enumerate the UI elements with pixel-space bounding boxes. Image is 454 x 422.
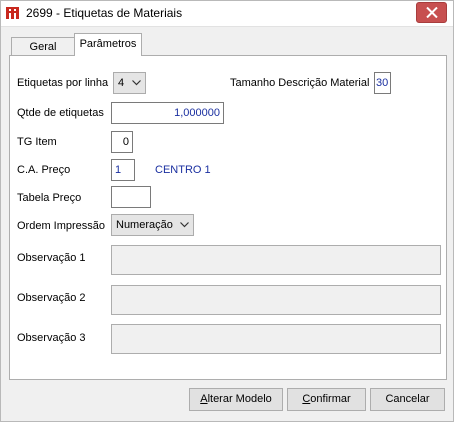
observacao3-label: Observação 3	[17, 332, 86, 344]
ca-preco-label: C.A. Preço	[17, 164, 71, 176]
close-icon	[426, 7, 438, 18]
ordem-impressao-select[interactable]: Numeração	[111, 214, 194, 236]
tabela-preco-input[interactable]	[111, 186, 151, 208]
parametros-panel: Etiquetas por linha 4 Tamanho Descrição …	[9, 55, 447, 380]
tg-item-input[interactable]: 0	[111, 131, 133, 153]
app-logo-icon	[5, 5, 21, 21]
qtde-etiquetas-input[interactable]: 1,000000	[111, 102, 224, 124]
etiquetas-por-linha-select[interactable]: 4	[113, 72, 146, 94]
tab-parametros[interactable]: Parâmetros	[74, 33, 142, 56]
ordem-impressao-label: Ordem Impressão	[17, 220, 106, 232]
confirmar-label: onfirmar	[310, 393, 351, 405]
alterar-modelo-label: lterar Modelo	[207, 393, 272, 405]
tg-item-label: TG Item	[17, 136, 57, 148]
cancelar-button[interactable]: Cancelar	[370, 388, 445, 411]
qtde-etiquetas-label: Qtde de etiquetas	[17, 107, 104, 119]
close-button[interactable]	[416, 2, 447, 23]
chevron-down-icon	[180, 222, 189, 228]
tamanho-descricao-input[interactable]: 30	[374, 72, 391, 94]
observacao2-field[interactable]	[111, 285, 441, 315]
dialog-window: 2699 - Etiquetas de Materiais Geral Parâ…	[0, 0, 454, 422]
ca-preco-description: CENTRO 1	[155, 164, 211, 176]
tabela-preco-label: Tabela Preço	[17, 192, 82, 204]
observacao1-field[interactable]	[111, 245, 441, 275]
alterar-modelo-mnemonic: A	[200, 393, 208, 405]
ordem-impressao-value: Numeração	[116, 219, 173, 231]
observacao2-label: Observação 2	[17, 292, 86, 304]
etiquetas-por-linha-value: 4	[118, 77, 125, 89]
etiquetas-por-linha-label: Etiquetas por linha	[17, 77, 109, 89]
alterar-modelo-button[interactable]: Alterar Modelo	[189, 388, 283, 411]
tamanho-descricao-label: Tamanho Descrição Material	[230, 77, 370, 89]
tab-geral[interactable]: Geral	[11, 37, 75, 56]
observacao1-label: Observação 1	[17, 252, 86, 264]
chevron-down-icon	[132, 80, 141, 86]
confirmar-button[interactable]: Confirmar	[287, 388, 366, 411]
title-bar: 2699 - Etiquetas de Materiais	[1, 1, 453, 27]
ca-preco-input[interactable]: 1	[111, 159, 135, 181]
observacao3-field[interactable]	[111, 324, 441, 354]
window-title: 2699 - Etiquetas de Materiais	[26, 6, 183, 20]
